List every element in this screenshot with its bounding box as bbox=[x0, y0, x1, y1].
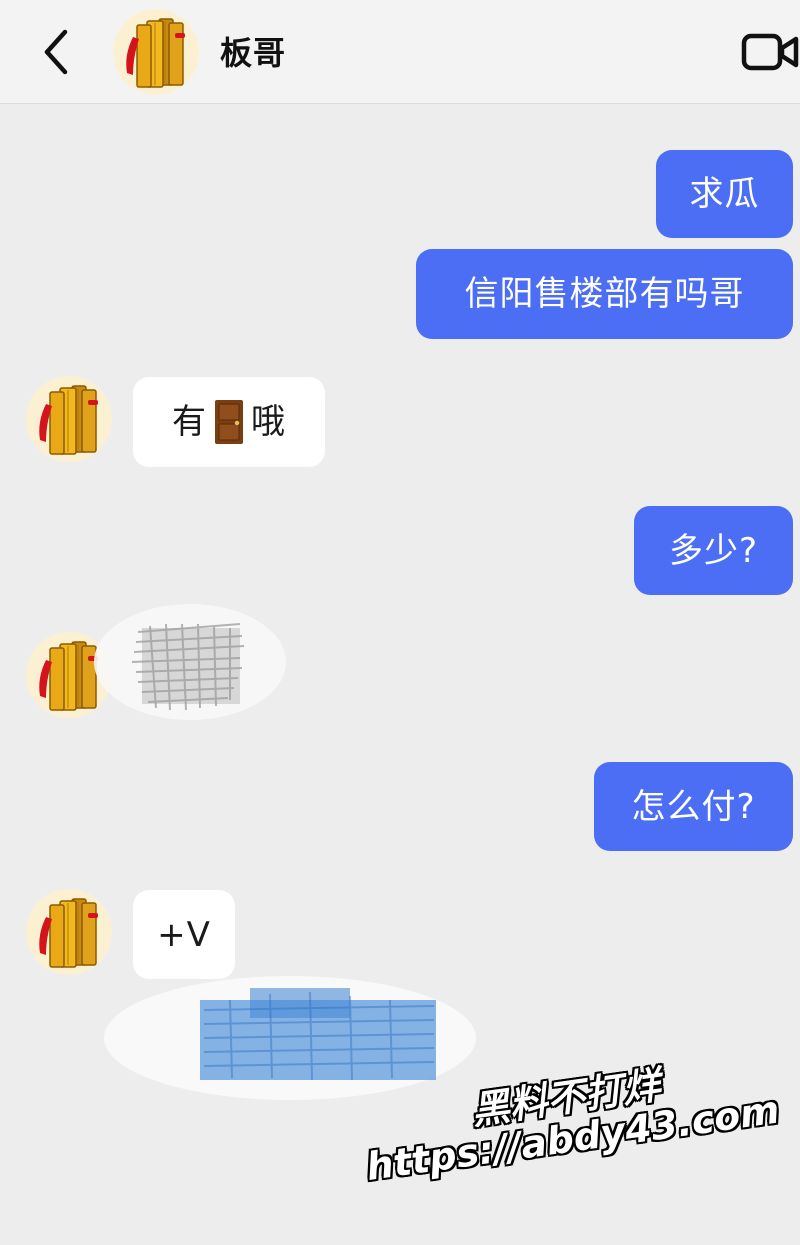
chevron-left-icon bbox=[44, 29, 68, 75]
avatar-image bbox=[26, 889, 112, 975]
contact-name[interactable]: 板哥 bbox=[220, 28, 286, 74]
message-bubble-received[interactable]: +V bbox=[133, 890, 235, 979]
message-text: 哦 bbox=[251, 402, 286, 442]
message-bubble-sent[interactable]: 怎么付? bbox=[594, 762, 793, 851]
message-text: 多少? bbox=[668, 530, 759, 571]
avatar-image bbox=[113, 9, 199, 95]
contact-avatar[interactable] bbox=[26, 889, 112, 975]
avatar-image bbox=[26, 376, 112, 462]
contact-avatar[interactable] bbox=[113, 9, 199, 95]
message-bubble-sent[interactable]: 多少? bbox=[634, 506, 793, 595]
message-bubble-sent[interactable]: 求瓜 bbox=[656, 150, 793, 238]
message-text: 有 bbox=[172, 402, 207, 442]
message-bubble-sent[interactable]: 信阳售楼部有吗哥 bbox=[416, 249, 793, 339]
door-emoji-icon bbox=[215, 400, 243, 444]
contact-avatar[interactable] bbox=[26, 376, 112, 462]
message-text: +V bbox=[157, 914, 211, 955]
video-call-button[interactable] bbox=[738, 28, 800, 76]
message-text: 信阳售楼部有吗哥 bbox=[464, 274, 745, 314]
message-text: 求瓜 bbox=[689, 174, 760, 214]
video-camera-icon bbox=[741, 33, 799, 71]
message-text: 怎么付? bbox=[631, 786, 756, 827]
back-button[interactable] bbox=[28, 22, 84, 82]
chat-header: 板哥 bbox=[0, 0, 800, 104]
message-bubble-received[interactable]: 有 哦 bbox=[133, 377, 325, 467]
redacted-message-scribble bbox=[90, 590, 310, 740]
